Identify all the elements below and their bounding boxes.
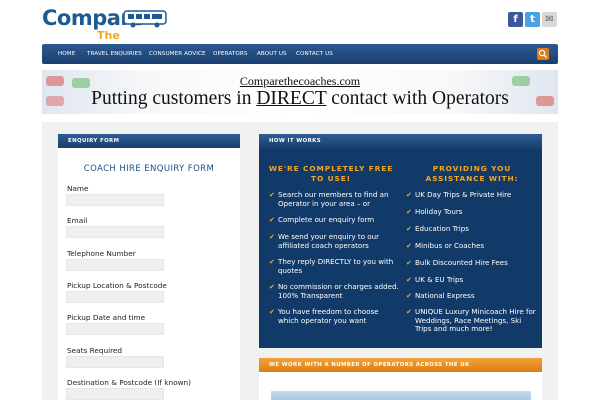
destination-field[interactable]	[66, 388, 164, 400]
free-to-use-heading: WE'RE COMPLETELY FREE TO USE!	[268, 164, 394, 183]
check-icon: ✔	[269, 283, 275, 291]
how-step: ✔ We send your enquiry to our affiliated …	[269, 232, 400, 250]
enquiry-form-header: ENQUIRY FORM	[58, 134, 240, 148]
seats-field[interactable]	[66, 356, 164, 368]
assistance-item: ✔ Bulk Discounted Hire Fees	[406, 258, 537, 268]
check-icon: ✔	[269, 191, 275, 199]
pickup-location-field[interactable]	[66, 291, 164, 303]
how-step: ✔ Complete our enquiry form	[269, 215, 400, 225]
check-icon: ✔	[406, 292, 412, 300]
how-step-text: Complete our enquiry form	[278, 215, 375, 224]
check-icon: ✔	[406, 242, 412, 250]
assistance-text: Holiday Tours	[415, 207, 463, 216]
banner-tagline: Putting customers in DIRECT contact with…	[42, 88, 558, 110]
tagline-end: contact with Operators	[326, 88, 509, 109]
how-step: ✔ No commission or charges added. 100% Tr…	[269, 282, 400, 300]
destination-label: Destination & Postcode (If known)	[67, 378, 192, 387]
nav-item-home[interactable]: HOME	[58, 44, 75, 64]
assistance-text: Bulk Discounted Hire Fees	[415, 258, 508, 267]
name-field[interactable]	[66, 194, 164, 206]
assistance-item: ✔ Minibus or Coaches	[406, 241, 537, 251]
search-icon	[538, 49, 547, 58]
check-icon: ✔	[406, 208, 412, 216]
how-step: ✔ They reply DIRECTLY to you with quotes	[269, 257, 400, 275]
assistance-item: ✔ Holiday Tours	[406, 207, 537, 217]
email-field[interactable]	[66, 226, 164, 238]
check-icon: ✔	[406, 276, 412, 284]
nav-item-about-us[interactable]: ABOUT US	[257, 44, 287, 64]
how-step-text: We send your enquiry to our affiliated c…	[278, 232, 380, 250]
assistance-item: ✔ UK & EU Trips	[406, 275, 537, 285]
assistance-item: ✔ UNIQUE Luxury Minicoach Hire for Weddin…	[406, 307, 537, 334]
search-button[interactable]	[537, 48, 549, 60]
email-icon[interactable]: ✉	[542, 12, 557, 27]
assistance-item: ✔ Education Trips	[406, 224, 537, 234]
twitter-icon[interactable]: t	[525, 12, 540, 27]
how-it-works-header: HOW IT WORKS	[259, 134, 542, 148]
pickup-location-label: Pickup Location & Postcode	[67, 281, 167, 290]
how-it-works-panel: HOW IT WORKS WE'RE COMPLETELY FREE TO US…	[259, 134, 542, 348]
coach-icon	[123, 10, 167, 28]
how-step: ✔ You have freedom to choose which operat…	[269, 307, 400, 325]
pickup-date-label: Pickup Date and time	[67, 313, 146, 322]
tagline-emphasis: DIRECT	[256, 88, 327, 109]
assistance-text: Minibus or Coaches	[415, 241, 485, 250]
banner-site-name: Comparethecoaches.com	[239, 74, 361, 88]
check-icon: ✔	[406, 191, 412, 199]
form-title: COACH HIRE ENQUIRY FORM	[83, 164, 215, 174]
how-step-text: Search our members to find an Operator i…	[278, 190, 389, 208]
telephone-label: Telephone Number	[67, 249, 136, 258]
nav-item-travel-enquiries[interactable]: TRAVEL ENQUIRIES	[87, 44, 142, 64]
pickup-date-field[interactable]	[66, 323, 164, 335]
how-step-text: They reply DIRECTLY to you with quotes	[278, 257, 394, 275]
assistance-text: UK & EU Trips	[415, 275, 464, 284]
hero-banner: Comparethecoaches.com Putting customers …	[42, 70, 558, 114]
enquiry-form-panel: ENQUIRY FORM COACH HIRE ENQUIRY FORM Nam…	[58, 134, 240, 400]
assistance-item: ✔ UK Day Trips & Private Hire	[406, 190, 537, 200]
check-icon: ✔	[406, 259, 412, 267]
seats-label: Seats Required	[67, 346, 123, 355]
how-step: ✔ Search our members to find an Operator …	[269, 190, 400, 208]
tagline-start: Putting customers in	[91, 88, 257, 109]
main-nav: HOME TRAVEL ENQUIRIES CONSUMER ADVICE OP…	[42, 44, 558, 64]
social-links: f t ✉	[508, 12, 557, 27]
operators-panel: WE WORK WITH A NUMBER OF OPERATORS ACROS…	[259, 358, 542, 400]
check-icon: ✔	[406, 308, 412, 316]
nav-item-operators[interactable]: OPERATORS	[213, 44, 248, 64]
operators-image	[271, 391, 531, 400]
assistance-text: Education Trips	[415, 224, 469, 233]
how-step-text: No commission or charges added. 100% Tra…	[278, 282, 399, 300]
assistance-heading: PROVIDING YOU ASSISTANCE WITH:	[425, 164, 519, 183]
check-icon: ✔	[269, 308, 275, 316]
assistance-item: ✔ National Express	[406, 291, 537, 301]
assistance-text: UNIQUE Luxury Minicoach Hire for Wedding…	[415, 307, 536, 334]
check-icon: ✔	[269, 233, 275, 241]
site-logo[interactable]: Compare The Coaches	[42, 6, 172, 55]
nav-item-contact-us[interactable]: CONTACT US	[296, 44, 333, 64]
assistance-text: UK Day Trips & Private Hire	[415, 190, 512, 199]
how-step-text: You have freedom to choose which operato…	[278, 307, 379, 325]
check-icon: ✔	[269, 258, 275, 266]
assistance-text: National Express	[415, 291, 475, 300]
operators-header: WE WORK WITH A NUMBER OF OPERATORS ACROS…	[259, 358, 542, 372]
check-icon: ✔	[406, 225, 412, 233]
check-icon: ✔	[269, 216, 275, 224]
name-label: Name	[67, 184, 89, 193]
telephone-field[interactable]	[66, 259, 164, 271]
email-label: Email	[67, 216, 88, 225]
nav-item-consumer-advice[interactable]: CONSUMER ADVICE	[149, 44, 206, 64]
facebook-icon[interactable]: f	[508, 12, 523, 27]
